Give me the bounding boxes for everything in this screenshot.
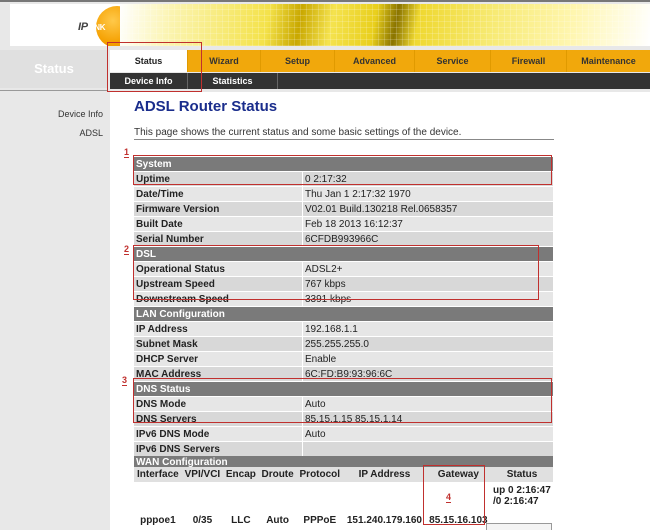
table-row: Uptime 0 2:17:32 xyxy=(134,172,553,186)
main-nav-tabs: Status Wizard Setup Advanced Service Fir… xyxy=(110,50,650,72)
sidebar-item-adsl[interactable]: ADSL xyxy=(79,128,103,138)
annotation-number-3: 3 xyxy=(122,375,128,386)
main-content: ADSL Router Status This page shows the c… xyxy=(110,92,650,530)
table-row: IPv6 DNS Servers xyxy=(134,442,553,456)
sub-nav-tabs: Device Info Statistics xyxy=(110,73,650,89)
table-row: DNS Mode Auto xyxy=(134,397,553,411)
table-row: Subnet Mask 255.255.255.0 xyxy=(134,337,553,351)
page-description: This page shows the current status and s… xyxy=(134,127,554,140)
annotation-number-1: 1 xyxy=(124,147,130,158)
table-row: MAC Address 6C:FD:B9:93:96:6C xyxy=(134,367,553,381)
annotation-number-2: 2 xyxy=(124,244,130,255)
table-row: Operational Status ADSL2+ xyxy=(134,262,553,276)
table-row: Downstream Speed 3391 kbps xyxy=(134,292,553,306)
col-gateway: Gateway xyxy=(425,467,491,482)
section-header-system: System xyxy=(134,157,553,171)
status-table: System Uptime 0 2:17:32 Date/Time Thu Jan … xyxy=(134,156,553,457)
section-header-dsl: DSL xyxy=(134,247,553,261)
tab-firewall[interactable]: Firewall xyxy=(491,50,567,72)
wan-gateway: 85.15.16.103 xyxy=(429,515,488,526)
wan-droute: Auto xyxy=(266,515,289,526)
tab-service[interactable]: Service xyxy=(415,50,491,72)
wan-header-row: Interface VPI/VCI Encap Droute Protocol … xyxy=(134,467,553,482)
col-ip-address: IP Address xyxy=(343,467,426,482)
annotation-number-4: 4 xyxy=(446,492,452,503)
col-status: Status xyxy=(491,467,553,482)
subtab-device-info[interactable]: Device Info xyxy=(110,73,188,89)
logo-ip-text: IP xyxy=(78,21,88,33)
tab-advanced[interactable]: Advanced xyxy=(335,50,415,72)
tab-maintenance[interactable]: Maintenance xyxy=(567,50,650,72)
wan-table: Interface VPI/VCI Encap Droute Protocol … xyxy=(134,467,553,530)
tab-wizard[interactable]: Wizard xyxy=(188,50,261,72)
wan-interface: pppoe1 xyxy=(140,515,176,526)
wan-vpi-vci: 0/35 xyxy=(192,515,213,526)
table-row: Upstream Speed 767 kbps xyxy=(134,277,553,291)
wan-ip-address: 151.240.179.160 xyxy=(346,515,422,526)
col-encap: Encap xyxy=(223,467,259,482)
col-protocol: Protocol xyxy=(296,467,344,482)
wan-action-button[interactable] xyxy=(486,523,552,530)
col-droute: Droute xyxy=(258,467,297,482)
table-row: Built Date Feb 18 2013 16:12:37 xyxy=(134,217,553,231)
section-header-lan: LAN Configuration xyxy=(134,307,553,321)
col-interface: Interface xyxy=(134,467,182,482)
tab-setup[interactable]: Setup xyxy=(261,50,335,72)
logo-link-text: LINK xyxy=(87,23,106,32)
col-vpi-vci: VPI/VCI xyxy=(181,467,224,482)
page-title: ADSL Router Status xyxy=(134,98,278,115)
header-banner xyxy=(120,4,650,46)
tab-status[interactable]: Status xyxy=(110,50,188,72)
router-admin-page: IPLINK Status Device Info ADSL Status Wi… xyxy=(0,0,650,530)
wan-protocol: PPPoE xyxy=(303,515,337,526)
uptime-value: 0 2:17:32 xyxy=(302,172,553,186)
table-row: DHCP Server Enable xyxy=(134,352,553,366)
sidebar-item-device-info[interactable]: Device Info xyxy=(58,109,103,119)
table-row: DNS Servers 85.15.1.15 85.15.1.14 xyxy=(134,412,553,426)
section-header-dns: DNS Status xyxy=(134,382,553,396)
table-row: Serial Number 6CFDB993966C xyxy=(134,232,553,246)
sidebar-divider xyxy=(0,90,108,91)
table-row: IPv6 DNS Mode Auto xyxy=(134,427,553,441)
table-row: Firmware Version V02.01 Build.130218 Rel.… xyxy=(134,202,553,216)
subtab-statistics[interactable]: Statistics xyxy=(188,73,278,89)
table-row: Date/Time Thu Jan 1 2:17:32 1970 xyxy=(134,187,553,201)
sidebar-title: Status xyxy=(0,50,108,88)
header: IPLINK xyxy=(10,4,650,46)
table-row: IP Address 192.168.1.1 xyxy=(134,322,553,336)
wan-encap: LLC xyxy=(231,515,251,526)
